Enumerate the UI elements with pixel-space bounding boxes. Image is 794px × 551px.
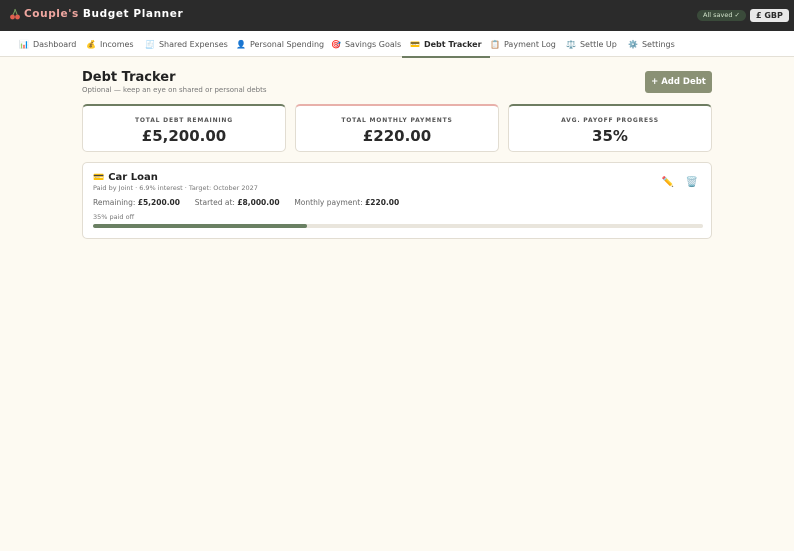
debt-meta: Paid by Joint · 6.9% interest · Target: … <box>93 184 258 192</box>
debt-card: 💳 Car Loan Paid by Joint · 6.9% interest… <box>82 162 712 239</box>
edit-pencil-icon[interactable]: ✏️ <box>661 177 675 191</box>
tab-label: Personal Spending <box>249 39 325 49</box>
target-icon: 🎯 <box>331 39 341 49</box>
tab-label: Debt Tracker <box>423 39 482 49</box>
top-bar: Couple's Budget Planner All saved ✓ £ GB… <box>0 0 794 31</box>
main-nav: 📊 Dashboard 💰 Incomes 🧾 Shared Expenses … <box>0 31 794 58</box>
page-subtitle: Optional — keep an eye on shared or pers… <box>82 86 267 94</box>
credit-card-icon: 💳 <box>410 39 420 49</box>
tab-shared-expenses[interactable]: 🧾 Shared Expenses <box>145 31 228 57</box>
tab-label: Incomes <box>99 39 134 49</box>
currency-selector[interactable]: £ GBP <box>750 9 789 22</box>
stat-value: £5,200.00 <box>141 127 227 145</box>
paid-off-text: 35% paid off <box>93 213 135 221</box>
debt-name: 💳 Car Loan <box>93 172 158 183</box>
payoff-progress-bar <box>93 224 703 228</box>
progress-fill <box>93 224 307 228</box>
delete-trash-icon[interactable]: 🗑️ <box>685 177 699 191</box>
tab-savings-goals[interactable]: 🎯 Savings Goals <box>331 31 401 57</box>
tab-label: Payment Log <box>503 39 556 49</box>
person-icon: 👤 <box>236 39 246 49</box>
tab-dashboard[interactable]: 📊 Dashboard <box>19 31 76 57</box>
receipt-icon: 🧾 <box>145 39 155 49</box>
stat-value: 35% <box>592 127 628 145</box>
saved-status-badge: All saved ✓ <box>697 10 746 21</box>
page-title: Debt Tracker <box>82 70 176 85</box>
gear-icon: ⚙️ <box>628 39 638 49</box>
stat-total-debt-remaining: TOTAL DEBT REMAINING £5,200.00 <box>82 104 286 152</box>
started-label: Started at: <box>194 198 235 207</box>
app-title-accent: Couple's <box>24 8 79 20</box>
tab-personal-spending[interactable]: 👤 Personal Spending <box>236 31 324 57</box>
stat-label: TOTAL MONTHLY PAYMENTS <box>341 117 453 124</box>
tab-settle-up[interactable]: ⚖️ Settle Up <box>566 31 617 57</box>
money-bag-icon: 💰 <box>86 39 96 49</box>
tab-payment-log[interactable]: 📋 Payment Log <box>490 31 556 57</box>
debt-figures: Remaining: £5,200.00 Started at: £8,000.… <box>93 198 399 207</box>
tab-label: Dashboard <box>32 39 77 49</box>
debt-name-text: Car Loan <box>108 172 158 183</box>
monthly-label: Monthly payment: <box>294 198 363 207</box>
add-debt-button[interactable]: + Add Debt <box>645 71 712 93</box>
credit-card-icon: 💳 <box>93 172 105 183</box>
tab-incomes[interactable]: 💰 Incomes <box>86 31 134 57</box>
remaining-label: Remaining: <box>93 198 136 207</box>
tab-label: Settings <box>641 39 675 49</box>
tab-label: Settle Up <box>579 39 617 49</box>
scales-icon: ⚖️ <box>566 39 576 49</box>
tab-label: Savings Goals <box>344 39 402 49</box>
monthly-value: £220.00 <box>365 198 400 207</box>
stat-avg-payoff-progress: AVG. PAYOFF PROGRESS 35% <box>508 104 712 152</box>
tab-label: Shared Expenses <box>158 39 228 49</box>
cherries-logo-icon <box>9 8 21 20</box>
app-title-rest: Budget Planner <box>82 8 184 20</box>
stat-total-monthly-payments: TOTAL MONTHLY PAYMENTS £220.00 <box>295 104 499 152</box>
app-title: Couple's Budget Planner <box>9 8 183 20</box>
clipboard-icon: 📋 <box>490 39 500 49</box>
stat-label: AVG. PAYOFF PROGRESS <box>561 117 659 124</box>
tab-debt-tracker[interactable]: 💳 Debt Tracker <box>402 31 489 58</box>
started-value: £8,000.00 <box>237 198 280 207</box>
remaining-value: £5,200.00 <box>137 198 180 207</box>
chart-icon: 📊 <box>19 39 29 49</box>
stat-label: TOTAL DEBT REMAINING <box>135 117 233 124</box>
tab-settings[interactable]: ⚙️ Settings <box>628 31 675 57</box>
stat-value: £220.00 <box>362 127 432 145</box>
